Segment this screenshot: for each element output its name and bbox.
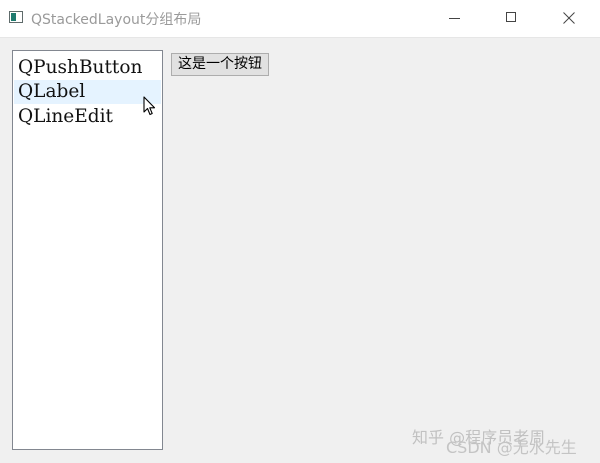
maximize-button[interactable] <box>488 0 534 37</box>
list-widget[interactable]: QPushButton QLabel QLineEdit <box>12 50 163 450</box>
watermark-csdn: CSDN @无水先生 <box>446 438 577 457</box>
list-item-qpushbutton[interactable]: QPushButton <box>14 56 161 80</box>
title-bar[interactable]: QStackedLayout分组布局 <box>0 0 600 38</box>
mouse-cursor-icon <box>143 96 156 116</box>
list-item-qlabel[interactable]: QLabel <box>14 80 161 104</box>
close-icon <box>563 12 575 24</box>
stacked-push-button[interactable]: 这是一个按钮 <box>171 53 269 76</box>
window-title: QStackedLayout分组布局 <box>31 12 202 28</box>
list-item-qlineedit[interactable]: QLineEdit <box>14 105 161 129</box>
minimize-button[interactable] <box>431 0 477 37</box>
app-icon <box>9 11 23 23</box>
main-window: QStackedLayout分组布局 QPushButton QLabel QL… <box>0 0 600 463</box>
close-button[interactable] <box>546 0 592 37</box>
